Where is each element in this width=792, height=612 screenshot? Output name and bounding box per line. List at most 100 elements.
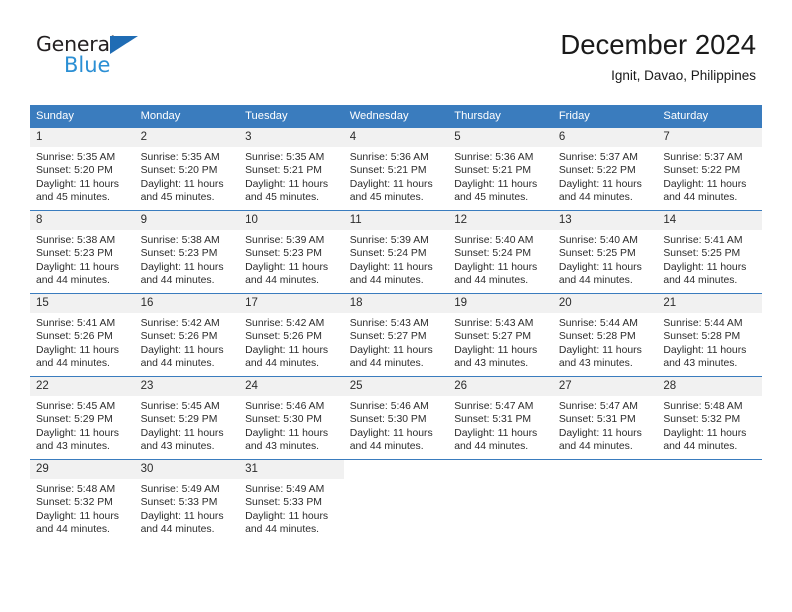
calendar-day-cell[interactable]: 13 Sunrise: 5:40 AM Sunset: 5:25 PM Dayligh…	[552, 210, 658, 294]
day-number: 29	[30, 460, 135, 479]
calendar-day-cell[interactable]: 21 Sunrise: 5:44 AM Sunset: 5:28 PM Dayligh…	[657, 293, 762, 377]
day-details: Sunrise: 5:47 AM Sunset: 5:31 PM Daylight:…	[448, 396, 553, 454]
calendar-day-cell[interactable]: 17 Sunrise: 5:42 AM Sunset: 5:26 PM Dayligh…	[239, 293, 344, 377]
sunset-text: Sunset: 5:20 PM	[36, 165, 113, 177]
calendar-day-cell[interactable]: 20 Sunrise: 5:44 AM Sunset: 5:28 PM Dayligh…	[552, 293, 658, 377]
calendar-day-cell[interactable]: 16 Sunrise: 5:42 AM Sunset: 5:26 PM Dayligh…	[134, 293, 240, 377]
weekday-header-row: Sunday Monday Tuesday Wednesday Thursday Frid…	[30, 105, 762, 128]
calendar-day-cell[interactable]: 7 Sunrise: 5:37 AM Sunset: 5:22 PM Daylight…	[657, 127, 762, 211]
general-blue-logo[interactable]: General Blue	[36, 33, 156, 81]
sunset-text: Sunset: 5:21 PM	[349, 165, 427, 177]
sunrise-text: Sunrise: 5:41 AM	[663, 235, 743, 246]
day-number: 19	[448, 294, 553, 313]
weekday-header-monday: Monday	[134, 105, 240, 128]
day-number: 8	[30, 211, 135, 230]
calendar-day-cell[interactable]: 28 Sunrise: 5:48 AM Sunset: 5:32 PM Dayligh…	[657, 376, 762, 460]
weekday-header-saturday: Saturday	[657, 105, 762, 128]
calendar-day-cell[interactable]: 9 Sunrise: 5:38 AM Sunset: 5:23 PM Daylight…	[134, 210, 240, 294]
day-details: Sunrise: 5:48 AM Sunset: 5:32 PM Daylight:…	[657, 396, 762, 454]
day-number: 26	[448, 377, 553, 396]
day-details: Sunrise: 5:40 AM Sunset: 5:25 PM Daylight:…	[553, 230, 658, 288]
sunrise-text: Sunrise: 5:43 AM	[454, 318, 534, 329]
sunrise-text: Sunrise: 5:49 AM	[140, 484, 220, 495]
calendar-week-row: 22 Sunrise: 5:45 AM Sunset: 5:29 PM Dayligh…	[30, 376, 762, 460]
calendar-day-cell[interactable]: 30 Sunrise: 5:49 AM Sunset: 5:33 PM Dayligh…	[134, 459, 240, 542]
calendar-day-cell[interactable]: 29 Sunrise: 5:48 AM Sunset: 5:32 PM Dayligh…	[30, 459, 135, 542]
calendar-cell-empty	[343, 459, 449, 542]
daylight-text-line2: and 44 minutes.	[558, 275, 633, 287]
day-details: Sunrise: 5:39 AM Sunset: 5:24 PM Daylight:…	[344, 230, 449, 288]
calendar-day-cell[interactable]: 18 Sunrise: 5:43 AM Sunset: 5:27 PM Dayligh…	[343, 293, 449, 377]
sunset-text: Sunset: 5:32 PM	[663, 414, 741, 426]
day-number: 25	[343, 377, 449, 396]
day-number: 12	[448, 211, 553, 230]
calendar-day-cell[interactable]: 10 Sunrise: 5:39 AM Sunset: 5:23 PM Dayligh…	[239, 210, 344, 294]
day-details: Sunrise: 5:39 AM Sunset: 5:23 PM Daylight:…	[239, 230, 344, 288]
day-details: Sunrise: 5:49 AM Sunset: 5:33 PM Daylight:…	[239, 479, 344, 537]
calendar-day-cell[interactable]: 12 Sunrise: 5:40 AM Sunset: 5:24 PM Dayligh…	[448, 210, 553, 294]
sunrise-text: Sunrise: 5:37 AM	[663, 152, 743, 163]
sunset-text: Sunset: 5:22 PM	[663, 165, 741, 177]
daylight-text-line2: and 44 minutes.	[245, 358, 320, 370]
day-number: 20	[552, 294, 658, 313]
daylight-text-line1: Daylight: 11 hours	[245, 510, 329, 522]
day-number: 1	[30, 128, 135, 147]
day-details: Sunrise: 5:43 AM Sunset: 5:27 PM Daylight:…	[344, 313, 449, 371]
daylight-text-line2: and 44 minutes.	[454, 441, 529, 453]
daylight-text-line2: and 44 minutes.	[663, 441, 738, 453]
sunrise-text: Sunrise: 5:35 AM	[140, 152, 220, 163]
daylight-text-line1: Daylight: 11 hours	[558, 427, 642, 439]
calendar-day-cell[interactable]: 14 Sunrise: 5:41 AM Sunset: 5:25 PM Dayligh…	[657, 210, 762, 294]
calendar-day-cell[interactable]: 5 Sunrise: 5:36 AM Sunset: 5:21 PM Daylight…	[448, 127, 553, 211]
calendar-cell-empty	[657, 459, 762, 542]
calendar-day-cell[interactable]: 3 Sunrise: 5:35 AM Sunset: 5:21 PM Daylight…	[239, 127, 344, 211]
sunset-text: Sunset: 5:30 PM	[245, 414, 322, 426]
calendar-day-cell[interactable]: 2 Sunrise: 5:35 AM Sunset: 5:20 PM Daylight…	[134, 127, 240, 211]
day-number: 14	[657, 211, 762, 230]
daylight-text-line2: and 43 minutes.	[663, 358, 738, 370]
daylight-text-line1: Daylight: 11 hours	[140, 344, 224, 356]
daylight-text-line2: and 45 minutes.	[245, 192, 320, 204]
day-details: Sunrise: 5:35 AM Sunset: 5:20 PM Daylight:…	[135, 147, 240, 205]
sunrise-text: Sunrise: 5:38 AM	[140, 235, 220, 246]
weekday-header-tuesday: Tuesday	[239, 105, 344, 128]
sunset-text: Sunset: 5:27 PM	[349, 331, 427, 343]
calendar-day-cell[interactable]: 1 Sunrise: 5:35 AM Sunset: 5:20 PM Daylight…	[30, 127, 135, 211]
day-details: Sunrise: 5:42 AM Sunset: 5:26 PM Daylight:…	[135, 313, 240, 371]
sunset-text: Sunset: 5:22 PM	[558, 165, 636, 177]
sunrise-text: Sunrise: 5:42 AM	[140, 318, 220, 329]
daylight-text-line2: and 44 minutes.	[349, 441, 424, 453]
day-number: 18	[343, 294, 449, 313]
calendar-day-cell[interactable]: 19 Sunrise: 5:43 AM Sunset: 5:27 PM Dayligh…	[448, 293, 553, 377]
sunrise-text: Sunrise: 5:39 AM	[245, 235, 325, 246]
daylight-text-line1: Daylight: 11 hours	[663, 427, 747, 439]
calendar-week-row: 8 Sunrise: 5:38 AM Sunset: 5:23 PM Daylight…	[30, 210, 762, 294]
weekday-header-wednesday: Wednesday	[343, 105, 449, 128]
daylight-text-line2: and 45 minutes.	[349, 192, 424, 204]
calendar-day-cell[interactable]: 11 Sunrise: 5:39 AM Sunset: 5:24 PM Dayligh…	[343, 210, 449, 294]
calendar-day-cell[interactable]: 23 Sunrise: 5:45 AM Sunset: 5:29 PM Dayligh…	[134, 376, 240, 460]
daylight-text-line2: and 44 minutes.	[36, 524, 110, 536]
day-details: Sunrise: 5:45 AM Sunset: 5:29 PM Daylight:…	[30, 396, 135, 454]
sunrise-text: Sunrise: 5:44 AM	[663, 318, 743, 329]
calendar-day-cell[interactable]: 6 Sunrise: 5:37 AM Sunset: 5:22 PM Daylight…	[552, 127, 658, 211]
calendar-day-cell[interactable]: 4 Sunrise: 5:36 AM Sunset: 5:21 PM Daylight…	[343, 127, 449, 211]
calendar-day-cell[interactable]: 25 Sunrise: 5:46 AM Sunset: 5:30 PM Dayligh…	[343, 376, 449, 460]
calendar-day-cell[interactable]: 27 Sunrise: 5:47 AM Sunset: 5:31 PM Dayligh…	[552, 376, 658, 460]
calendar-day-cell[interactable]: 22 Sunrise: 5:45 AM Sunset: 5:29 PM Dayligh…	[30, 376, 135, 460]
sunrise-text: Sunrise: 5:35 AM	[245, 152, 325, 163]
day-details: Sunrise: 5:45 AM Sunset: 5:29 PM Daylight:…	[135, 396, 240, 454]
calendar-day-cell[interactable]: 24 Sunrise: 5:46 AM Sunset: 5:30 PM Dayligh…	[239, 376, 344, 460]
calendar-day-cell[interactable]: 31 Sunrise: 5:49 AM Sunset: 5:33 PM Dayligh…	[239, 459, 344, 542]
sunset-text: Sunset: 5:27 PM	[454, 331, 532, 343]
calendar-day-cell[interactable]: 26 Sunrise: 5:47 AM Sunset: 5:31 PM Dayligh…	[448, 376, 553, 460]
day-number: 4	[343, 128, 449, 147]
daylight-text-line1: Daylight: 11 hours	[558, 178, 642, 190]
calendar-day-cell[interactable]: 8 Sunrise: 5:38 AM Sunset: 5:23 PM Daylight…	[30, 210, 135, 294]
calendar-week-row: 1 Sunrise: 5:35 AM Sunset: 5:20 PM Daylight…	[30, 127, 762, 211]
sunrise-text: Sunrise: 5:47 AM	[558, 401, 638, 412]
day-number: 22	[30, 377, 135, 396]
sunset-text: Sunset: 5:33 PM	[140, 497, 218, 509]
day-details: Sunrise: 5:48 AM Sunset: 5:32 PM Daylight:…	[30, 479, 135, 537]
calendar-day-cell[interactable]: 15 Sunrise: 5:41 AM Sunset: 5:26 PM Dayligh…	[30, 293, 135, 377]
